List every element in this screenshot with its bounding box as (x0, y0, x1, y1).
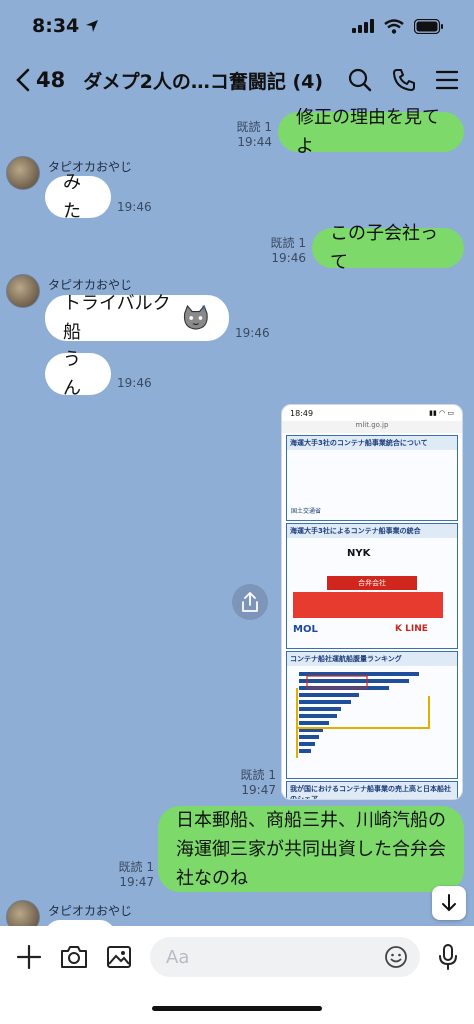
search-icon[interactable] (348, 68, 372, 92)
chat-header: 48 ダメプ2人の…コ奮闘記 (4) (0, 52, 474, 108)
read-receipt: 既読 1 (240, 768, 276, 782)
message-meta: 既読 1 19:44 (236, 120, 272, 150)
image-message[interactable]: 18:49 ▮▮ ◠ ▭ mlit.go.jp 海運大手3社のコンテナ船事業統合… (281, 404, 463, 800)
message-text: 日本郵船、商船三井、川崎汽船の海運御三家が共同出資した合弁会社なのね (176, 809, 446, 889)
wifi-icon (384, 18, 404, 34)
status-time: 8:34 (32, 15, 80, 37)
share-button[interactable] (232, 584, 268, 620)
sender-name: タピオカおやじ (48, 904, 133, 918)
location-arrow-icon (86, 20, 99, 32)
message-text: この子会社って (330, 223, 438, 273)
message-time: 19:47 (241, 783, 276, 797)
input-bar: Aa (0, 926, 474, 1024)
message-meta: 既読 1 19:46 (270, 236, 306, 266)
message-time: 19:47 (119, 875, 154, 889)
back-button[interactable]: 48 (16, 68, 65, 92)
image-icon[interactable] (106, 945, 132, 969)
emoji-icon[interactable] (384, 945, 408, 969)
arrow-down-icon (442, 894, 456, 912)
home-indicator (152, 1006, 322, 1011)
read-receipt: 既読 1 (270, 236, 306, 250)
input-placeholder: Aa (166, 946, 190, 968)
ranking-bar-chart (296, 672, 430, 758)
read-receipt: 既読 1 (118, 860, 154, 874)
unread-count: 48 (36, 68, 66, 92)
outgoing-message[interactable]: この子会社って (312, 223, 464, 273)
incoming-message[interactable]: トライバルク船 ? (45, 293, 229, 343)
incoming-message[interactable]: みた (45, 172, 111, 222)
mol-logo: MOL (293, 624, 318, 635)
status-left: 8:34 (32, 15, 99, 37)
plus-icon[interactable] (16, 944, 42, 970)
share-icon (242, 592, 258, 612)
incoming-message[interactable]: うん (45, 349, 111, 399)
image-time: 18:49 (290, 408, 314, 418)
slide-4: 我が国におけるコンテナ船事業の売上高と日本船社のシェア (286, 781, 458, 799)
signal-icon (352, 19, 374, 33)
status-right (352, 18, 444, 34)
message-input[interactable]: Aa (150, 937, 420, 977)
message-text: 修正の理由を見てよ (296, 108, 440, 157)
message-text: トライバルク船 (63, 293, 171, 343)
phone-icon[interactable] (392, 68, 416, 92)
input-row: Aa (0, 936, 474, 978)
status-bar: 8:34 (0, 0, 474, 52)
battery-icon (414, 18, 443, 34)
image-url: mlit.go.jp (282, 421, 462, 433)
jv-label: 合弁会社 (327, 576, 417, 590)
read-receipt: 既読 1 (236, 120, 272, 134)
chevron-left-icon (16, 68, 30, 92)
message-time: 19:46 (235, 326, 270, 340)
slide-title: 我が国におけるコンテナ船事業の売上高と日本船社のシェア (287, 782, 457, 799)
slide-org: 国土交通省 (291, 508, 322, 515)
avatar[interactable] (6, 156, 40, 190)
message-list[interactable]: 既読 1 19:44 修正の理由を見てよ タピオカおやじ みた 19:46 既読… (0, 108, 474, 926)
slide-title: 海運大手3社によるコンテナ船事業の統合 (287, 524, 457, 538)
menu-icon[interactable] (436, 70, 458, 90)
message-time: 19:46 (117, 200, 152, 214)
slide-3: コンテナ船社運航船腹量ランキング (286, 651, 458, 779)
message-meta: 既読 1 19:47 (118, 860, 154, 890)
message-text: みた (63, 172, 81, 222)
nyk-logo: NYK (347, 548, 371, 559)
header-actions (348, 68, 458, 92)
cat-emoji-icon: ? (184, 304, 209, 330)
slide-2: 海運大手3社によるコンテナ船事業の統合 NYK 合弁会社 MOL K LINE (286, 523, 458, 649)
microphone-icon[interactable] (438, 943, 458, 971)
svg-text:?: ? (202, 304, 206, 314)
slide-title: 海運大手3社のコンテナ船事業統合について (287, 436, 457, 450)
kline-logo: K LINE (395, 624, 428, 634)
avatar[interactable] (6, 274, 40, 308)
chat-title[interactable]: ダメプ2人の…コ奮闘記 (4) (83, 67, 323, 94)
avatar[interactable] (6, 900, 40, 926)
outgoing-message[interactable]: 日本郵船、商船三井、川崎汽船の海運御三家が共同出資した合弁会社なのね (158, 806, 464, 892)
message-time: 19:44 (237, 135, 272, 149)
message-time: 19:46 (117, 376, 152, 390)
image-status-bar: 18:49 ▮▮ ◠ ▭ (290, 408, 454, 418)
camera-icon[interactable] (60, 945, 88, 969)
scroll-to-bottom-button[interactable] (432, 886, 466, 920)
slide-title: コンテナ船社運航船腹量ランキング (287, 652, 457, 666)
message-time: 19:46 (271, 251, 306, 265)
message-text: うん (63, 349, 81, 399)
message-meta: 既読 1 19:47 (240, 768, 276, 798)
jv-box (293, 592, 443, 618)
slide-1: 海運大手3社のコンテナ船事業統合について 国土交通省 (286, 435, 458, 521)
outgoing-message[interactable]: 修正の理由を見てよ (278, 108, 464, 157)
